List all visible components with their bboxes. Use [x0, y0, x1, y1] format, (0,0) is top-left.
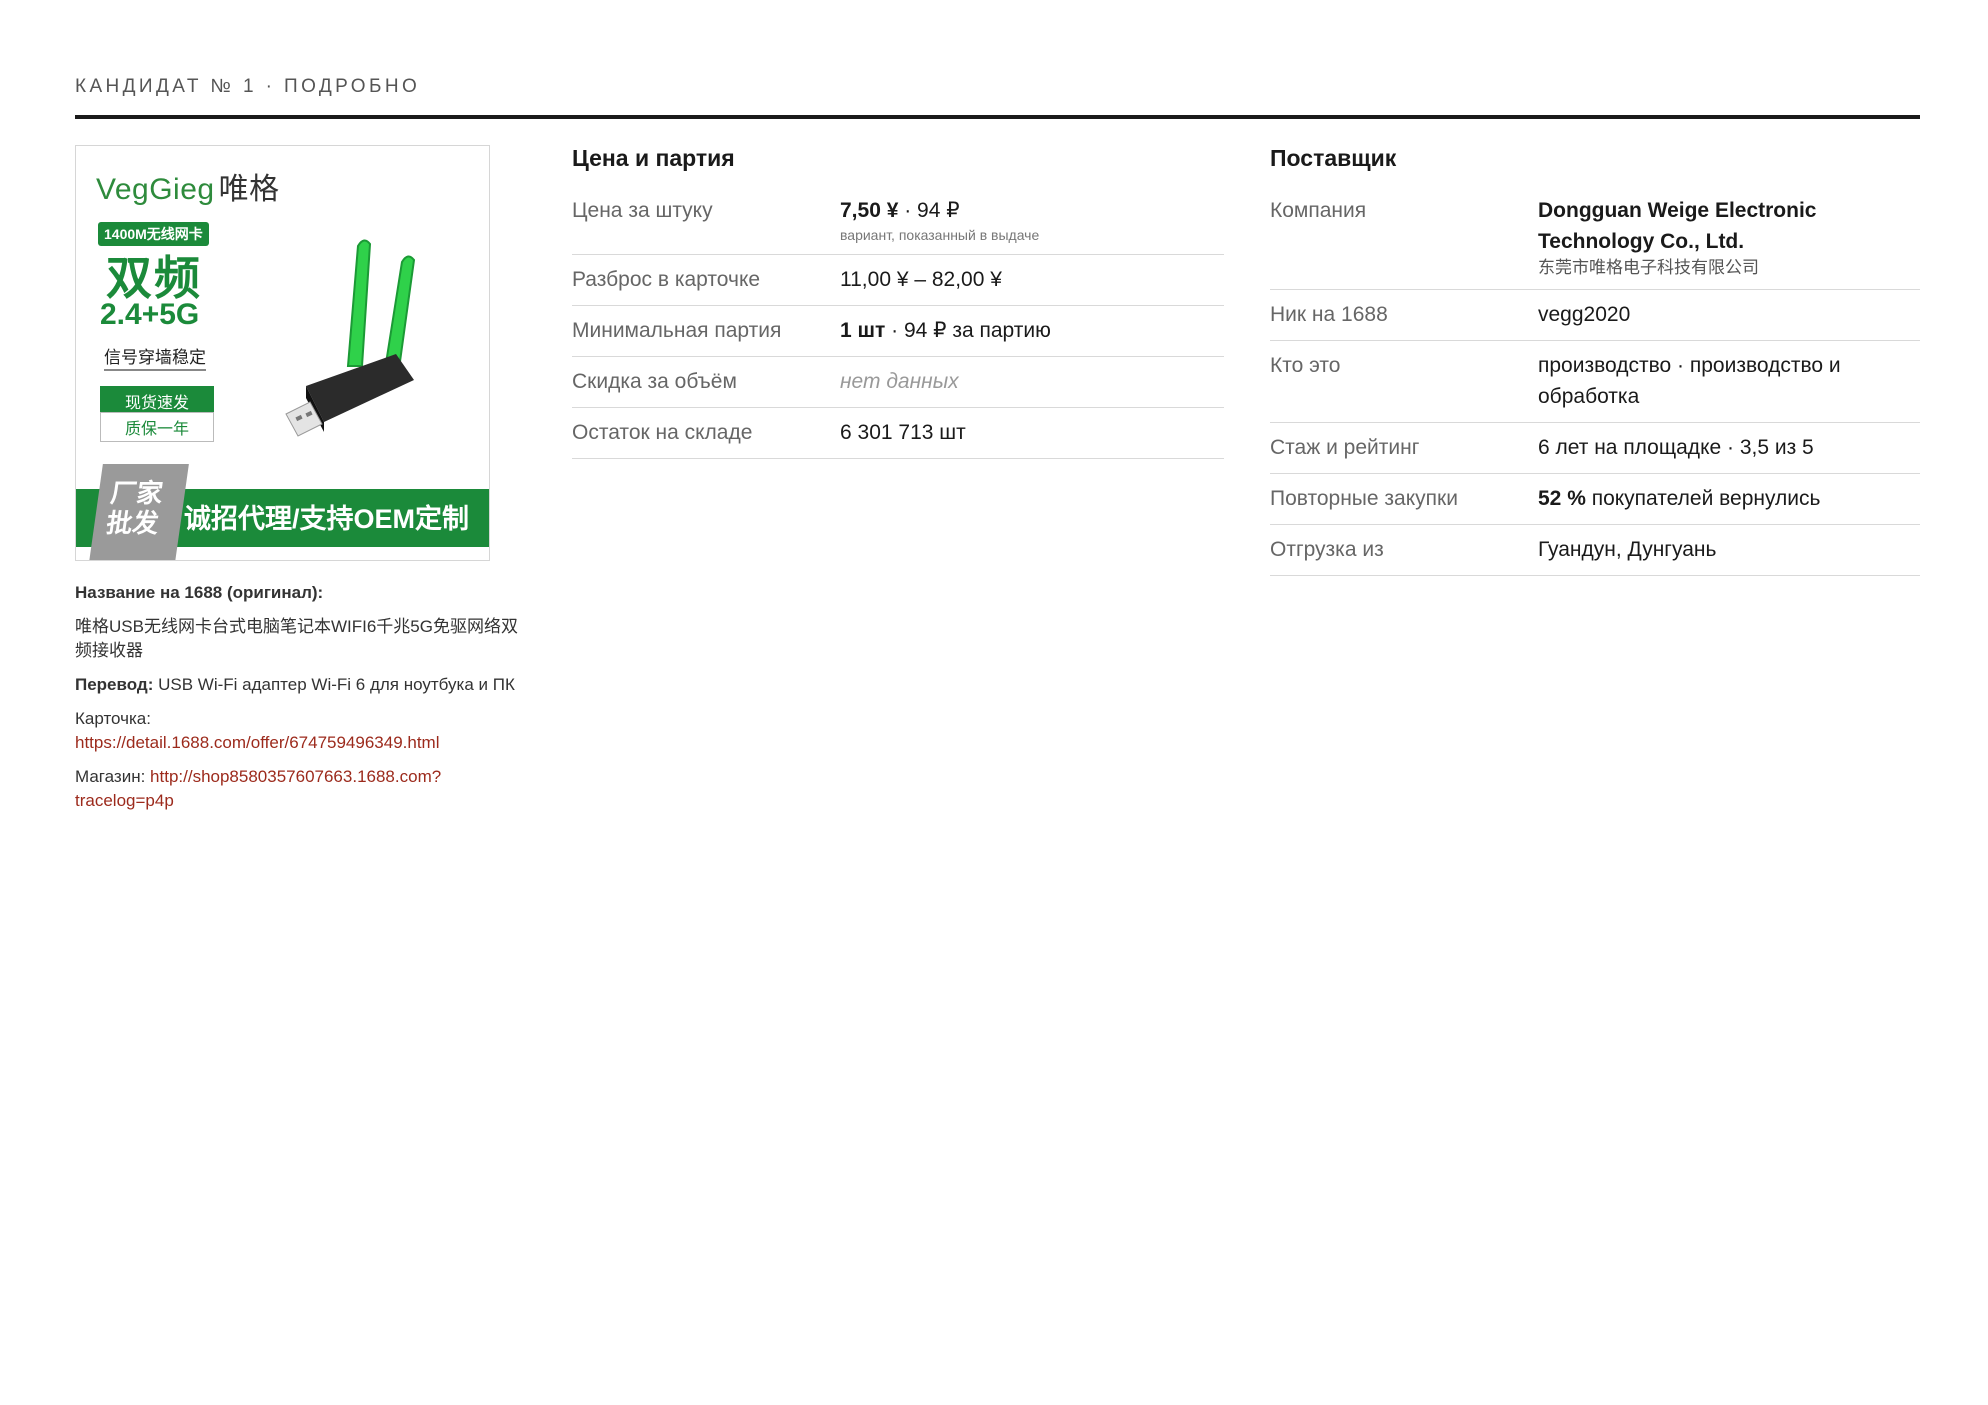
price-row-min-batch: Минимальная партия 1 шт · 94 ₽ за партию	[572, 306, 1224, 357]
supplier-heading: Поставщик	[1270, 145, 1397, 171]
product-column: VegGieg 唯格 1400M无线网卡 双频 2.4+5G 信号穿墙稳定 现货速…	[75, 145, 520, 823]
price-row-volume-discount: Скидка за объём нет данных	[572, 357, 1224, 408]
supplier-row-company: Компания Dongguan Weige Electronic Techn…	[1270, 186, 1920, 290]
row-value: vegg2020	[1538, 303, 1631, 326]
price-section: Цена и партия Цена за штуку 7,50 ¥ · 94 …	[572, 145, 1224, 459]
row-label: Остаток на складе	[572, 421, 753, 444]
row-value: производство · производство и обработка	[1538, 354, 1841, 408]
product-image[interactable]: VegGieg 唯格 1400M无线网卡 双频 2.4+5G 信号穿墙稳定 现货速…	[75, 145, 490, 561]
original-title: 唯格USB无线网卡台式电脑笔记本WIFI6千兆5G免驱网络双频接收器	[75, 617, 518, 660]
row-value: нет данных	[840, 370, 959, 393]
row-value: 11,00 ¥ – 82,00 ¥	[840, 268, 1002, 291]
original-title-label: Название на 1688 (оригинал):	[75, 583, 324, 602]
band-text: 2.4+5G	[100, 298, 200, 331]
row-label: Отгрузка из	[1270, 538, 1384, 561]
supplier-row-type: Кто это производство · производство и об…	[1270, 341, 1920, 423]
row-label: Компания	[1270, 199, 1367, 222]
company-cn-name: 东莞市唯格电子科技有限公司	[1538, 258, 1759, 277]
product-meta: Название на 1688 (оригинал): 唯格USB无线网卡台式…	[75, 581, 520, 813]
header-rule	[75, 115, 1920, 119]
translation-label: Перевод:	[75, 675, 154, 694]
shop-label: Магазин:	[75, 767, 146, 786]
signal-text: 信号穿墙稳定	[104, 343, 206, 371]
warranty-pill: 质保一年	[100, 412, 214, 442]
card-label: Карточка:	[75, 709, 151, 728]
row-value: 6 лет на площадке · 3,5 из 5	[1538, 436, 1814, 459]
page-header: КАНДИДАТ № 1 · ПОДРОБНО	[75, 76, 421, 97]
banner-text: 诚招代理/支持OEM定制	[184, 504, 470, 534]
card-link[interactable]: https://detail.1688.com/offer/6747594963…	[75, 733, 440, 752]
row-value: 6 301 713 шт	[840, 421, 966, 444]
supplier-section: Поставщик Компания Dongguan Weige Electr…	[1270, 145, 1920, 576]
row-value: 52 % покупателей вернулись	[1538, 487, 1821, 510]
supplier-row-rating: Стаж и рейтинг 6 лет на площадке · 3,5 и…	[1270, 423, 1920, 474]
wholesale-tag: 厂家批发	[89, 464, 189, 560]
price-row-stock: Остаток на складе 6 301 713 шт	[572, 408, 1224, 459]
row-label: Стаж и рейтинг	[1270, 436, 1420, 459]
brand-logo: VegGieg 唯格	[96, 173, 280, 206]
row-label: Скидка за объём	[572, 370, 737, 393]
row-value: Dongguan Weige Electronic Technology Co.…	[1538, 195, 1920, 279]
row-label: Ник на 1688	[1270, 303, 1388, 326]
row-value: 7,50 ¥ · 94 ₽ вариант, показанный в выдач…	[840, 199, 1040, 243]
supplier-row-ship-from: Отгрузка из Гуандун, Дунгуань	[1270, 525, 1920, 576]
wifi-adapter-illustration	[285, 239, 416, 437]
supplier-row-repeat: Повторные закупки 52 % покупателей верну…	[1270, 474, 1920, 525]
row-label: Разброс в карточке	[572, 268, 761, 291]
row-value: 1 шт · 94 ₽ за партию	[840, 319, 1051, 342]
price-heading: Цена и партия	[572, 145, 735, 171]
row-label: Повторные закупки	[1270, 487, 1458, 510]
translation-text: USB Wi-Fi адаптер Wi-Fi 6 для ноутбука и…	[158, 675, 515, 694]
row-label: Кто это	[1270, 354, 1341, 377]
supplier-row-nick: Ник на 1688 vegg2020	[1270, 290, 1920, 341]
row-label: Цена за штуку	[572, 199, 713, 222]
price-row-unit-price: Цена за штуку 7,50 ¥ · 94 ₽ вариант, пока…	[572, 186, 1224, 255]
row-label: Минимальная партия	[572, 319, 782, 342]
row-value: Гуандун, Дунгуань	[1538, 538, 1717, 561]
price-row-range: Разброс в карточке 11,00 ¥ – 82,00 ¥	[572, 255, 1224, 306]
row-note: вариант, показанный в выдаче	[840, 227, 1040, 243]
